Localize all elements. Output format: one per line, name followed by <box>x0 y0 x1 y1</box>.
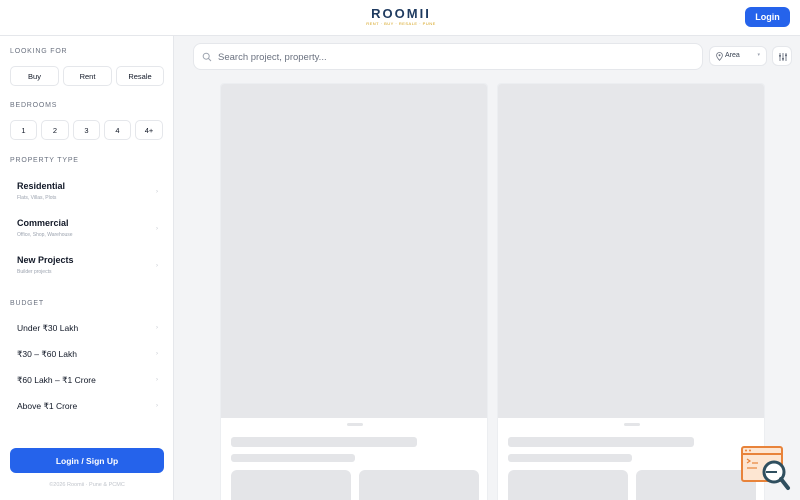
logo-text: ROOMII <box>371 6 431 21</box>
property-type-sub: Builder projects <box>17 269 52 275</box>
location-pin-icon <box>716 52 723 61</box>
budget-option[interactable]: ₹60 Lakh – ₹1 Crore › <box>10 369 164 393</box>
budget-option[interactable]: Above ₹1 Crore › <box>10 395 164 419</box>
carousel-dot-placeholder <box>347 423 363 426</box>
looking-for-title: LOOKING FOR <box>10 48 68 55</box>
sliders-icon <box>779 53 787 61</box>
title-placeholder <box>231 437 417 447</box>
info-placeholder <box>508 470 628 500</box>
property-type-label: Residential <box>17 181 66 191</box>
property-type-label: New Projects <box>17 255 74 265</box>
browser-inspect-widget[interactable] <box>741 446 791 492</box>
copyright-text: ©2026 Roomii · Pune & PCMC <box>49 482 125 488</box>
info-placeholder <box>231 470 351 500</box>
card-image-placeholder <box>498 84 764 418</box>
info-placeholder <box>359 470 479 500</box>
budget-label: ₹30 – ₹60 Lakh <box>17 349 77 359</box>
login-button[interactable]: Login <box>745 7 790 27</box>
looking-for-buy[interactable]: Buy <box>10 66 59 86</box>
bedroom-option-4[interactable]: 4 <box>104 120 131 140</box>
chevron-right-icon: › <box>156 351 158 357</box>
area-label: Area <box>725 52 740 59</box>
chevron-right-icon: › <box>156 325 158 331</box>
property-type-title: PROPERTY TYPE <box>10 157 79 164</box>
property-type-sub: Office, Shop, Warehouse <box>17 232 73 238</box>
budget-option[interactable]: Under ₹30 Lakh › <box>10 317 164 341</box>
info-placeholder <box>636 470 756 500</box>
budget-option[interactable]: ₹30 – ₹60 Lakh › <box>10 343 164 367</box>
carousel-dot-placeholder <box>624 423 640 426</box>
roomii-logo[interactable]: ROOMII RENT · BUY · RESALE · PUNE <box>366 6 436 27</box>
search-icon <box>202 52 212 62</box>
browser-search-icon <box>741 446 790 490</box>
search-bar[interactable] <box>193 43 703 70</box>
card-image-placeholder <box>221 84 487 418</box>
bedrooms-title: BEDROOMS <box>10 102 58 109</box>
chevron-right-icon: › <box>156 189 158 195</box>
budget-label: Above ₹1 Crore <box>17 401 78 411</box>
budget-label: ₹60 Lakh – ₹1 Crore <box>17 375 96 385</box>
subtitle-placeholder <box>231 454 355 462</box>
chevron-right-icon: › <box>156 263 158 269</box>
bedroom-option-4plus[interactable]: 4+ <box>135 120 163 140</box>
property-type-label: Commercial <box>17 218 69 228</box>
search-input[interactable] <box>218 49 688 65</box>
property-type-commercial[interactable]: Commercial Office, Shop, Warehouse › <box>10 214 164 248</box>
property-type-new-projects[interactable]: New Projects Builder projects › <box>10 251 164 285</box>
budget-label: Under ₹30 Lakh <box>17 323 79 333</box>
login-signup-button[interactable]: Login / Sign Up <box>10 448 164 473</box>
listing-card-skeleton <box>220 83 488 500</box>
chevron-down-icon: ▾ <box>757 52 760 58</box>
budget-title: BUDGET <box>10 300 44 307</box>
bedroom-option-2[interactable]: 2 <box>41 120 69 140</box>
bedroom-option-1[interactable]: 1 <box>10 120 37 140</box>
looking-for-rent[interactable]: Rent <box>63 66 112 86</box>
looking-for-resale[interactable]: Resale <box>116 66 164 86</box>
property-type-residential[interactable]: Residential Flats, Villas, Plots › <box>10 177 164 211</box>
chevron-right-icon: › <box>156 226 158 232</box>
title-placeholder <box>508 437 694 447</box>
chevron-right-icon: › <box>156 377 158 383</box>
logo-tagline: RENT · BUY · RESALE · PUNE <box>366 21 436 26</box>
listing-card-skeleton <box>497 83 765 500</box>
subtitle-placeholder <box>508 454 632 462</box>
bedroom-option-3[interactable]: 3 <box>73 120 100 140</box>
top-header: ROOMII RENT · BUY · RESALE · PUNE Login <box>0 0 800 36</box>
chevron-right-icon: › <box>156 403 158 409</box>
area-dropdown[interactable]: Area ▾ <box>709 46 767 66</box>
filter-sidebar: LOOKING FOR Buy Rent Resale BEDROOMS 1 2… <box>0 36 174 500</box>
filter-settings-button[interactable] <box>772 46 792 66</box>
property-type-sub: Flats, Villas, Plots <box>17 195 57 201</box>
